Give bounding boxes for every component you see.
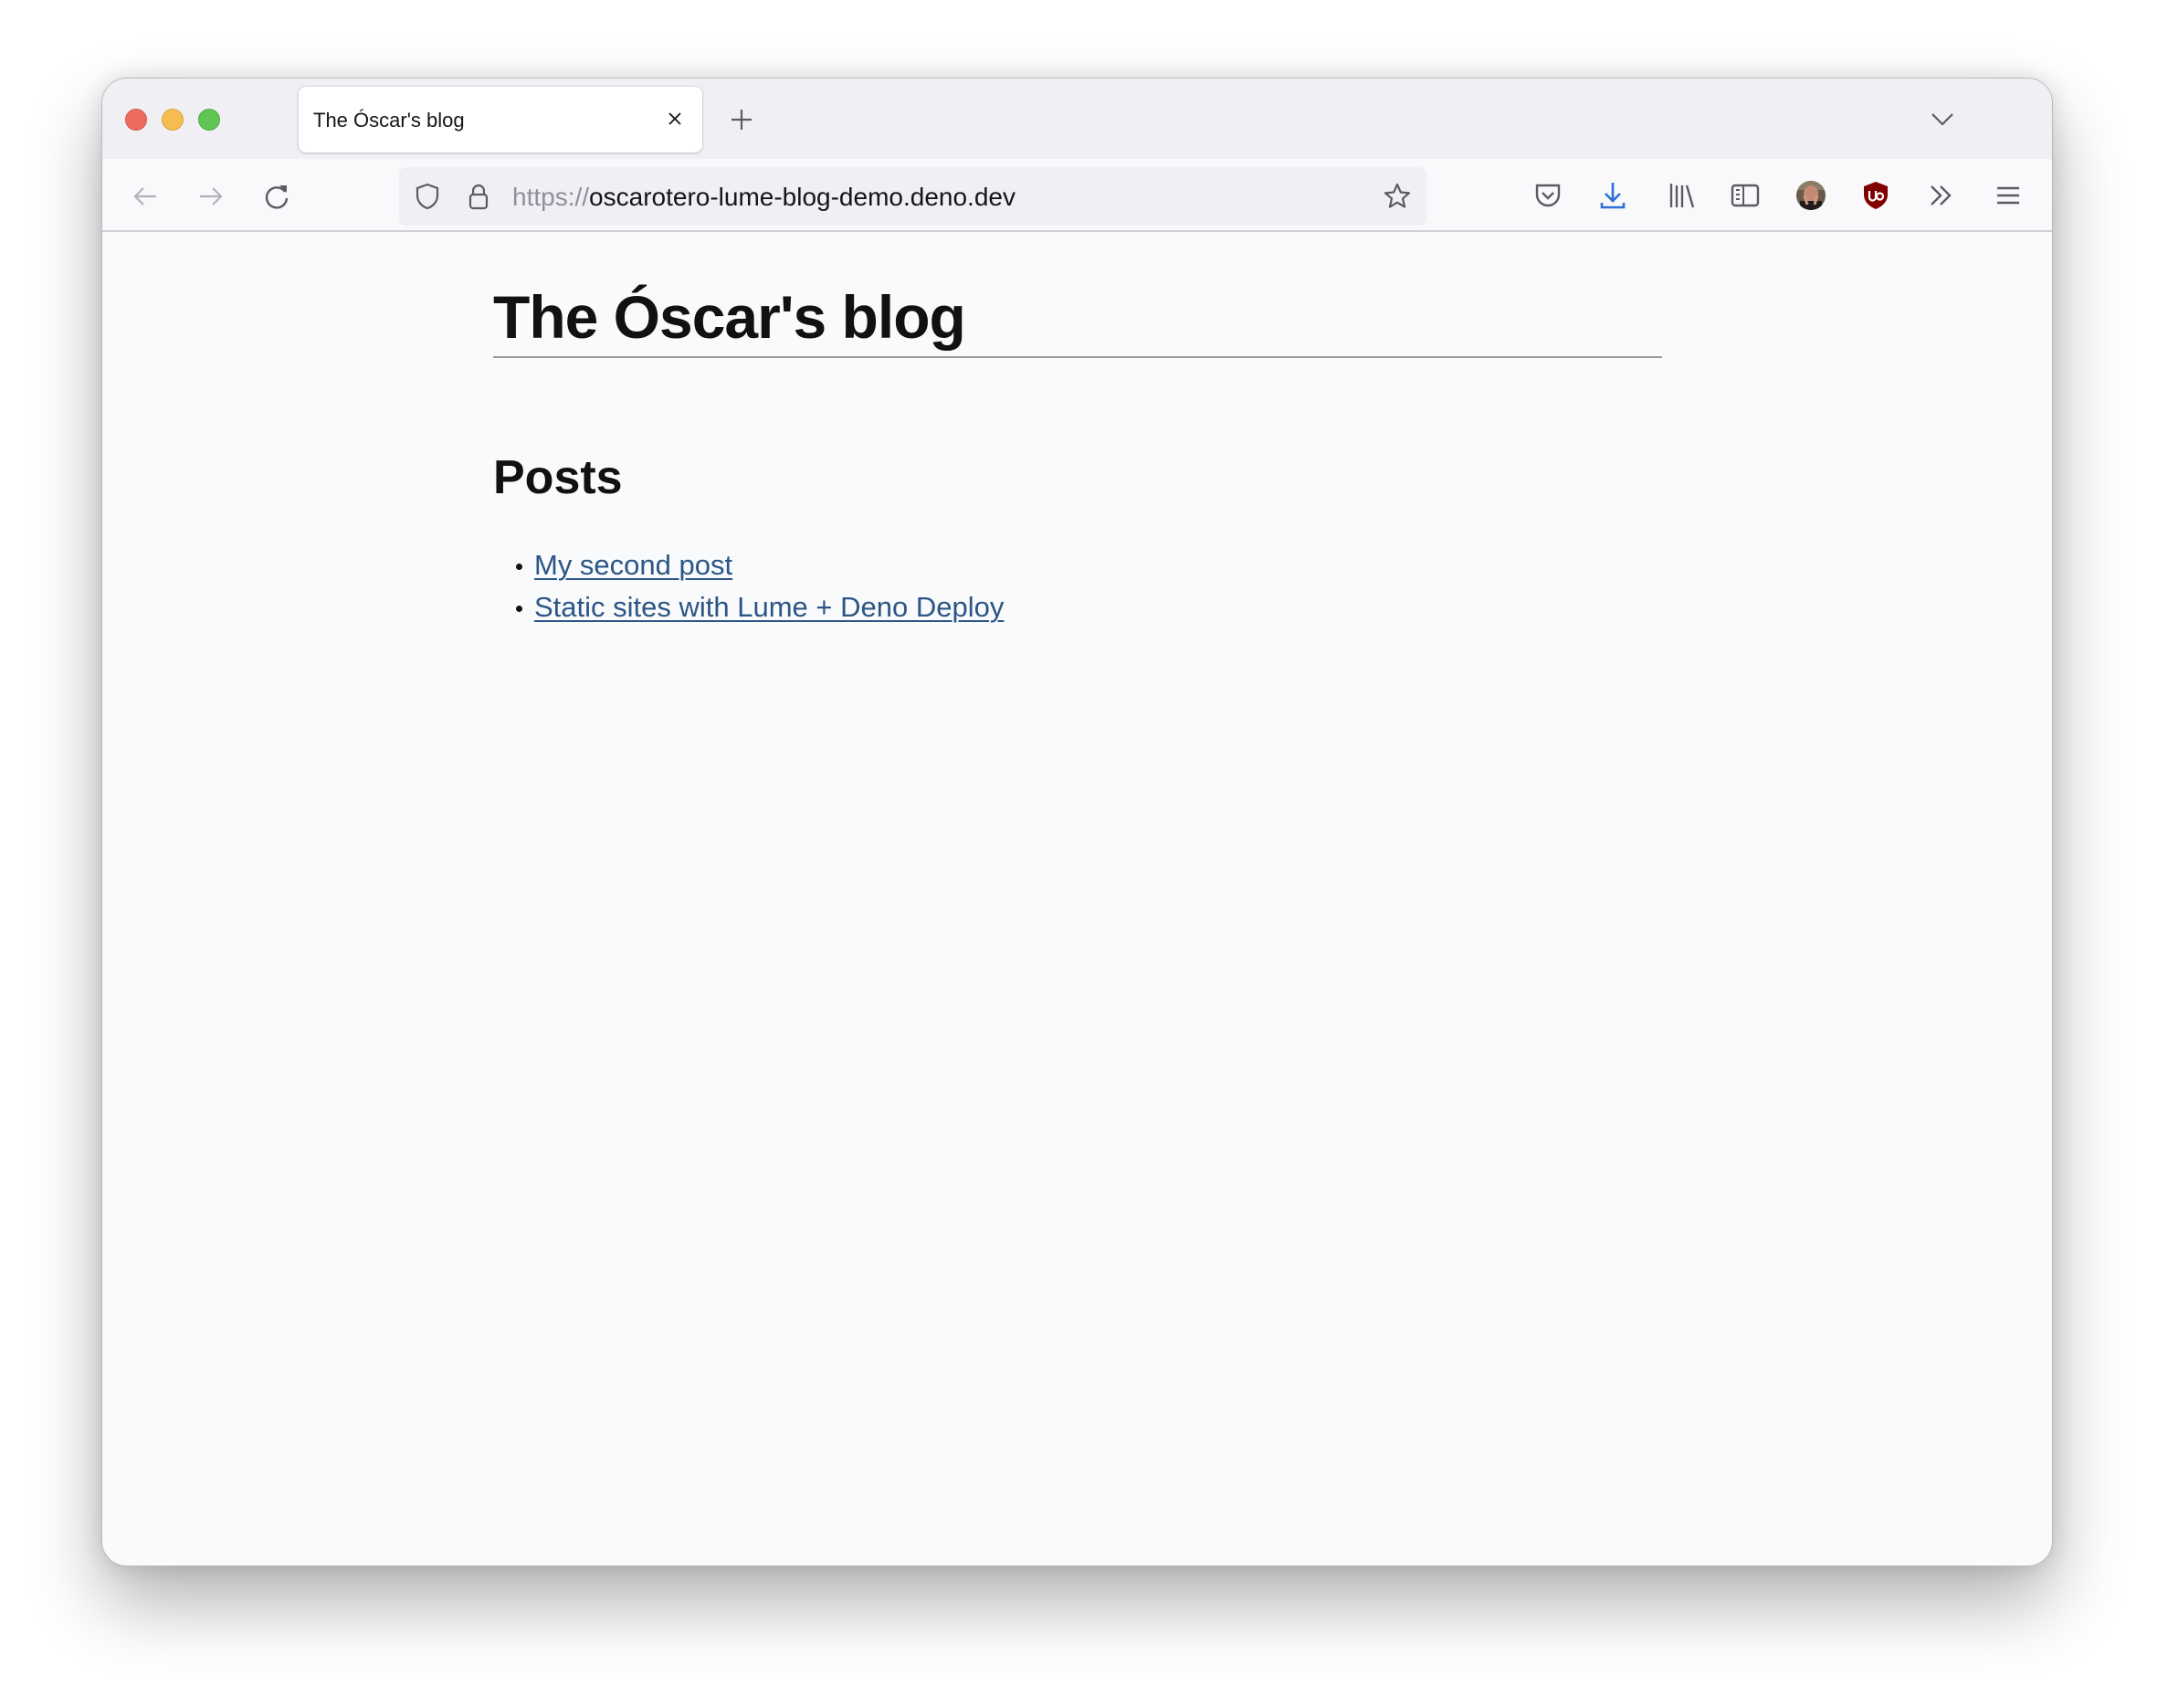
- download-icon[interactable]: [1596, 179, 1629, 212]
- navigation-toolbar: https://oscarotero-lume-blog-demo.deno.d…: [102, 159, 2052, 232]
- list-all-tabs-chevron-down-icon[interactable]: [1931, 110, 1954, 128]
- tab-active[interactable]: The Óscar's blog: [299, 87, 702, 153]
- back-arrow-icon[interactable]: [130, 181, 161, 212]
- post-link-static-sites-lume-deno-deploy[interactable]: Static sites with Lume + Deno Deploy: [534, 591, 1004, 623]
- url-bar[interactable]: https://oscarotero-lume-blog-demo.deno.d…: [399, 167, 1426, 226]
- site-title: The Óscar's blog: [493, 276, 1662, 358]
- window-maximize-button[interactable]: [198, 109, 220, 131]
- close-tab-icon[interactable]: [664, 108, 686, 130]
- tab-strip: The Óscar's blog: [102, 79, 2052, 159]
- bookmark-star-icon[interactable]: [1383, 182, 1412, 211]
- forward-arrow-icon[interactable]: [195, 181, 226, 212]
- bullet: [516, 606, 522, 612]
- window-close-button[interactable]: [125, 109, 147, 131]
- reload-icon[interactable]: [261, 181, 292, 212]
- hamburger-menu-icon[interactable]: [1992, 179, 2025, 212]
- bullet: [516, 564, 522, 570]
- posts-heading: Posts: [493, 451, 623, 504]
- browser-window: The Óscar's blog https://oscarotero-lume…: [101, 78, 2053, 1566]
- ublock-origin-icon[interactable]: [1859, 179, 1892, 212]
- new-tab-icon[interactable]: [728, 106, 755, 133]
- post-list: My second post Static sites with Lume + …: [493, 544, 1004, 628]
- list-item: My second post: [493, 544, 1004, 586]
- library-icon[interactable]: [1665, 179, 1698, 212]
- page-viewport: The Óscar's blog Posts My second post St…: [102, 234, 2052, 1566]
- sidebar-icon[interactable]: [1729, 179, 1762, 212]
- tab-title: The Óscar's blog: [313, 109, 465, 132]
- url-host: oscarotero-lume-blog-demo.deno.dev: [589, 183, 1016, 211]
- pocket-icon[interactable]: [1531, 179, 1564, 212]
- list-item: Static sites with Lume + Deno Deploy: [493, 586, 1004, 628]
- window-minimize-button[interactable]: [162, 109, 184, 131]
- post-link-my-second-post[interactable]: My second post: [534, 549, 732, 581]
- url-text[interactable]: https://oscarotero-lume-blog-demo.deno.d…: [512, 183, 1016, 212]
- lock-icon[interactable]: [464, 182, 493, 211]
- url-scheme: https://: [512, 183, 590, 211]
- tracking-shield-icon[interactable]: [413, 182, 442, 211]
- overflow-chevrons-icon[interactable]: [1925, 179, 1958, 212]
- account-avatar[interactable]: [1794, 179, 1827, 212]
